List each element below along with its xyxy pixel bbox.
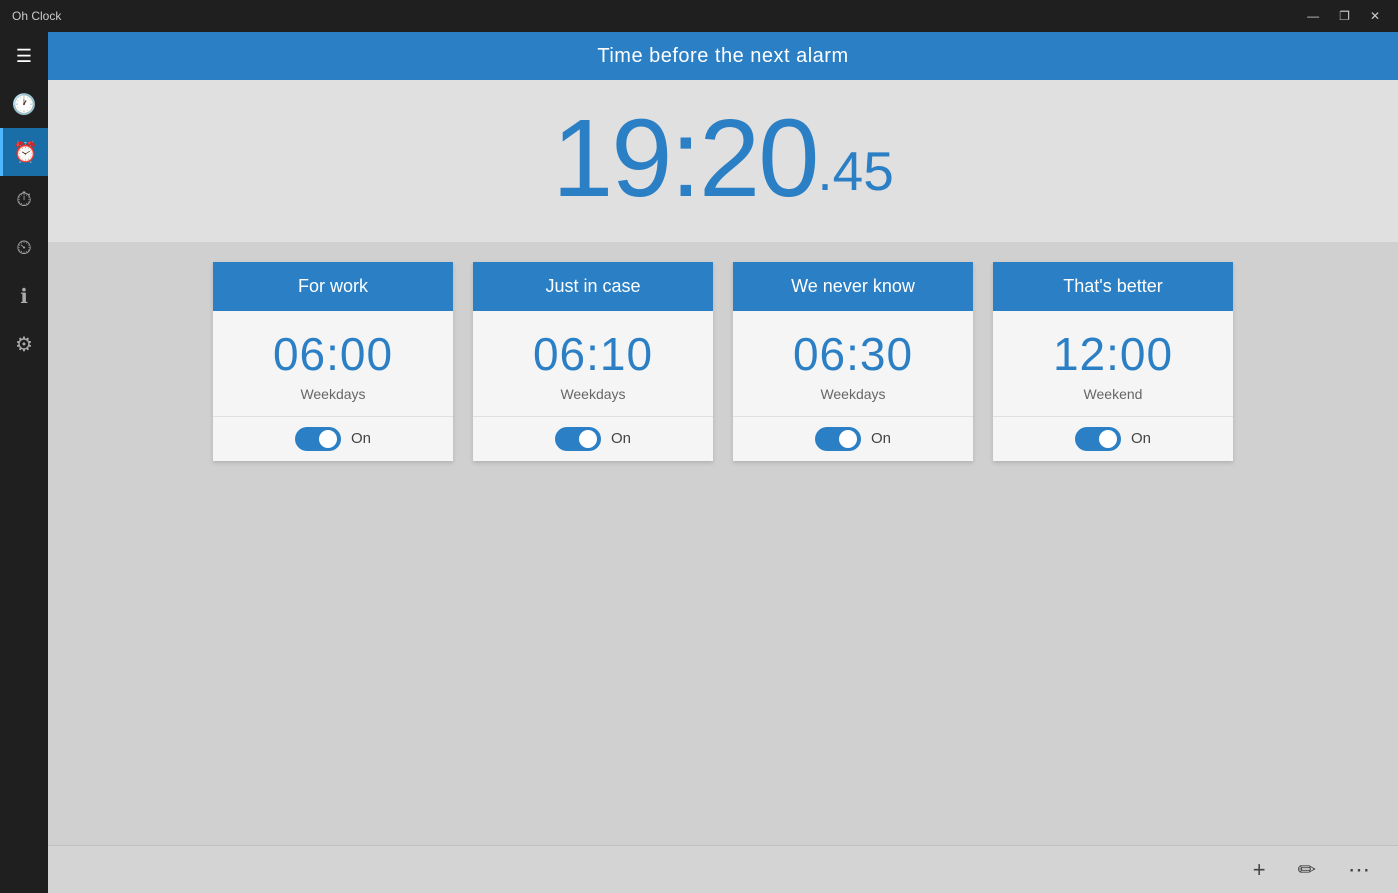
alarm-card-3-footer: On bbox=[733, 416, 973, 461]
alarm-card-3-header: We never know bbox=[733, 262, 973, 311]
sidebar-item-stopwatch[interactable]: ⏱ bbox=[0, 176, 48, 224]
timer-icon: ⏲ bbox=[16, 237, 32, 260]
alarm-card-4-header: That's better bbox=[993, 262, 1233, 311]
countdown-time: 19:20 bbox=[552, 104, 817, 214]
alarm-card-3-toggle[interactable] bbox=[815, 427, 861, 451]
hamburger-icon: ☰ bbox=[16, 46, 32, 67]
alarm-card-2-title: Just in case bbox=[545, 276, 640, 296]
alarm-card-4-time: 12:00 bbox=[1009, 329, 1217, 380]
sidebar: ☰ 🕐 ⏰ ⏱ ⏲ ℹ ⚙ bbox=[0, 32, 48, 893]
toggle-track bbox=[295, 427, 341, 451]
alarm-card-1-schedule: Weekdays bbox=[229, 386, 437, 402]
alarm-card-3-time: 06:30 bbox=[749, 329, 957, 380]
content-area: Time before the next alarm 19:20.45 For … bbox=[48, 32, 1398, 893]
alarm-card-1-toggle[interactable] bbox=[295, 427, 341, 451]
sidebar-item-timer[interactable]: ⏲ bbox=[0, 224, 48, 272]
app-layout: ☰ 🕐 ⏰ ⏱ ⏲ ℹ ⚙ Time before the next alarm bbox=[0, 32, 1398, 893]
alarm-card-1-footer: On bbox=[213, 416, 453, 461]
countdown-section: 19:20.45 bbox=[48, 80, 1398, 242]
page-title: Time before the next alarm bbox=[597, 45, 848, 68]
bottom-bar: + ✏ ⋯ bbox=[48, 845, 1398, 893]
alarm-card-4-body: 12:00 Weekend bbox=[993, 311, 1233, 416]
toggle-track-3 bbox=[815, 427, 861, 451]
gear-icon: ⚙ bbox=[15, 332, 33, 357]
sidebar-item-settings[interactable]: ⚙ bbox=[0, 320, 48, 368]
alarm-card-2: Just in case 06:10 Weekdays On bbox=[473, 262, 713, 461]
alarm-card-2-schedule: Weekdays bbox=[489, 386, 697, 402]
alarm-card-1-title: For work bbox=[298, 276, 368, 296]
edit-alarm-button[interactable]: ✏ bbox=[1290, 853, 1324, 887]
alarm-card-4-footer: On bbox=[993, 416, 1233, 461]
menu-button[interactable]: ☰ bbox=[0, 32, 48, 80]
alarm-card-3-body: 06:30 Weekdays bbox=[733, 311, 973, 416]
toggle-track-4 bbox=[1075, 427, 1121, 451]
toggle-thumb-4 bbox=[1099, 430, 1117, 448]
alarm-card-3-title: We never know bbox=[791, 276, 915, 296]
alarm-card-2-header: Just in case bbox=[473, 262, 713, 311]
window-controls: — ❐ ✕ bbox=[1301, 7, 1386, 25]
alarm-card-1-header: For work bbox=[213, 262, 453, 311]
add-alarm-button[interactable]: + bbox=[1245, 853, 1274, 887]
countdown-seconds: .45 bbox=[817, 139, 893, 203]
alarm-card-3: We never know 06:30 Weekdays On bbox=[733, 262, 973, 461]
alarm-card-2-body: 06:10 Weekdays bbox=[473, 311, 713, 416]
alarm-card-1-toggle-label: On bbox=[351, 430, 371, 447]
more-options-button[interactable]: ⋯ bbox=[1340, 853, 1378, 887]
alarm-card-4-toggle[interactable] bbox=[1075, 427, 1121, 451]
alarms-grid: For work 06:00 Weekdays On bbox=[48, 242, 1398, 845]
header-bar: Time before the next alarm bbox=[48, 32, 1398, 80]
alarm-card-1-time: 06:00 bbox=[229, 329, 437, 380]
toggle-thumb-3 bbox=[839, 430, 857, 448]
alarm-card-2-toggle-label: On bbox=[611, 430, 631, 447]
sidebar-item-clock[interactable]: 🕐 bbox=[0, 80, 48, 128]
app-title: Oh Clock bbox=[12, 9, 61, 23]
alarm-card-4: That's better 12:00 Weekend On bbox=[993, 262, 1233, 461]
maximize-button[interactable]: ❐ bbox=[1333, 7, 1356, 25]
sidebar-item-alarm[interactable]: ⏰ bbox=[0, 128, 48, 176]
alarm-card-2-time: 06:10 bbox=[489, 329, 697, 380]
toggle-track-2 bbox=[555, 427, 601, 451]
alarm-icon: ⏰ bbox=[13, 140, 38, 165]
alarm-card-3-schedule: Weekdays bbox=[749, 386, 957, 402]
alarm-card-1-body: 06:00 Weekdays bbox=[213, 311, 453, 416]
sidebar-item-info[interactable]: ℹ bbox=[0, 272, 48, 320]
toggle-thumb-2 bbox=[579, 430, 597, 448]
close-button[interactable]: ✕ bbox=[1364, 7, 1386, 25]
info-icon: ℹ bbox=[20, 284, 28, 309]
minimize-button[interactable]: — bbox=[1301, 7, 1325, 25]
main-content: 19:20.45 For work 06:00 Weekdays bbox=[48, 80, 1398, 845]
alarm-card-2-toggle[interactable] bbox=[555, 427, 601, 451]
alarm-card-1: For work 06:00 Weekdays On bbox=[213, 262, 453, 461]
clock-icon: 🕐 bbox=[12, 92, 37, 117]
alarm-card-4-title: That's better bbox=[1063, 276, 1162, 296]
title-bar: Oh Clock — ❐ ✕ bbox=[0, 0, 1398, 32]
alarm-card-4-toggle-label: On bbox=[1131, 430, 1151, 447]
alarm-card-4-schedule: Weekend bbox=[1009, 386, 1217, 402]
alarm-card-3-toggle-label: On bbox=[871, 430, 891, 447]
toggle-thumb bbox=[319, 430, 337, 448]
stopwatch-icon: ⏱ bbox=[16, 189, 32, 212]
alarm-card-2-footer: On bbox=[473, 416, 713, 461]
